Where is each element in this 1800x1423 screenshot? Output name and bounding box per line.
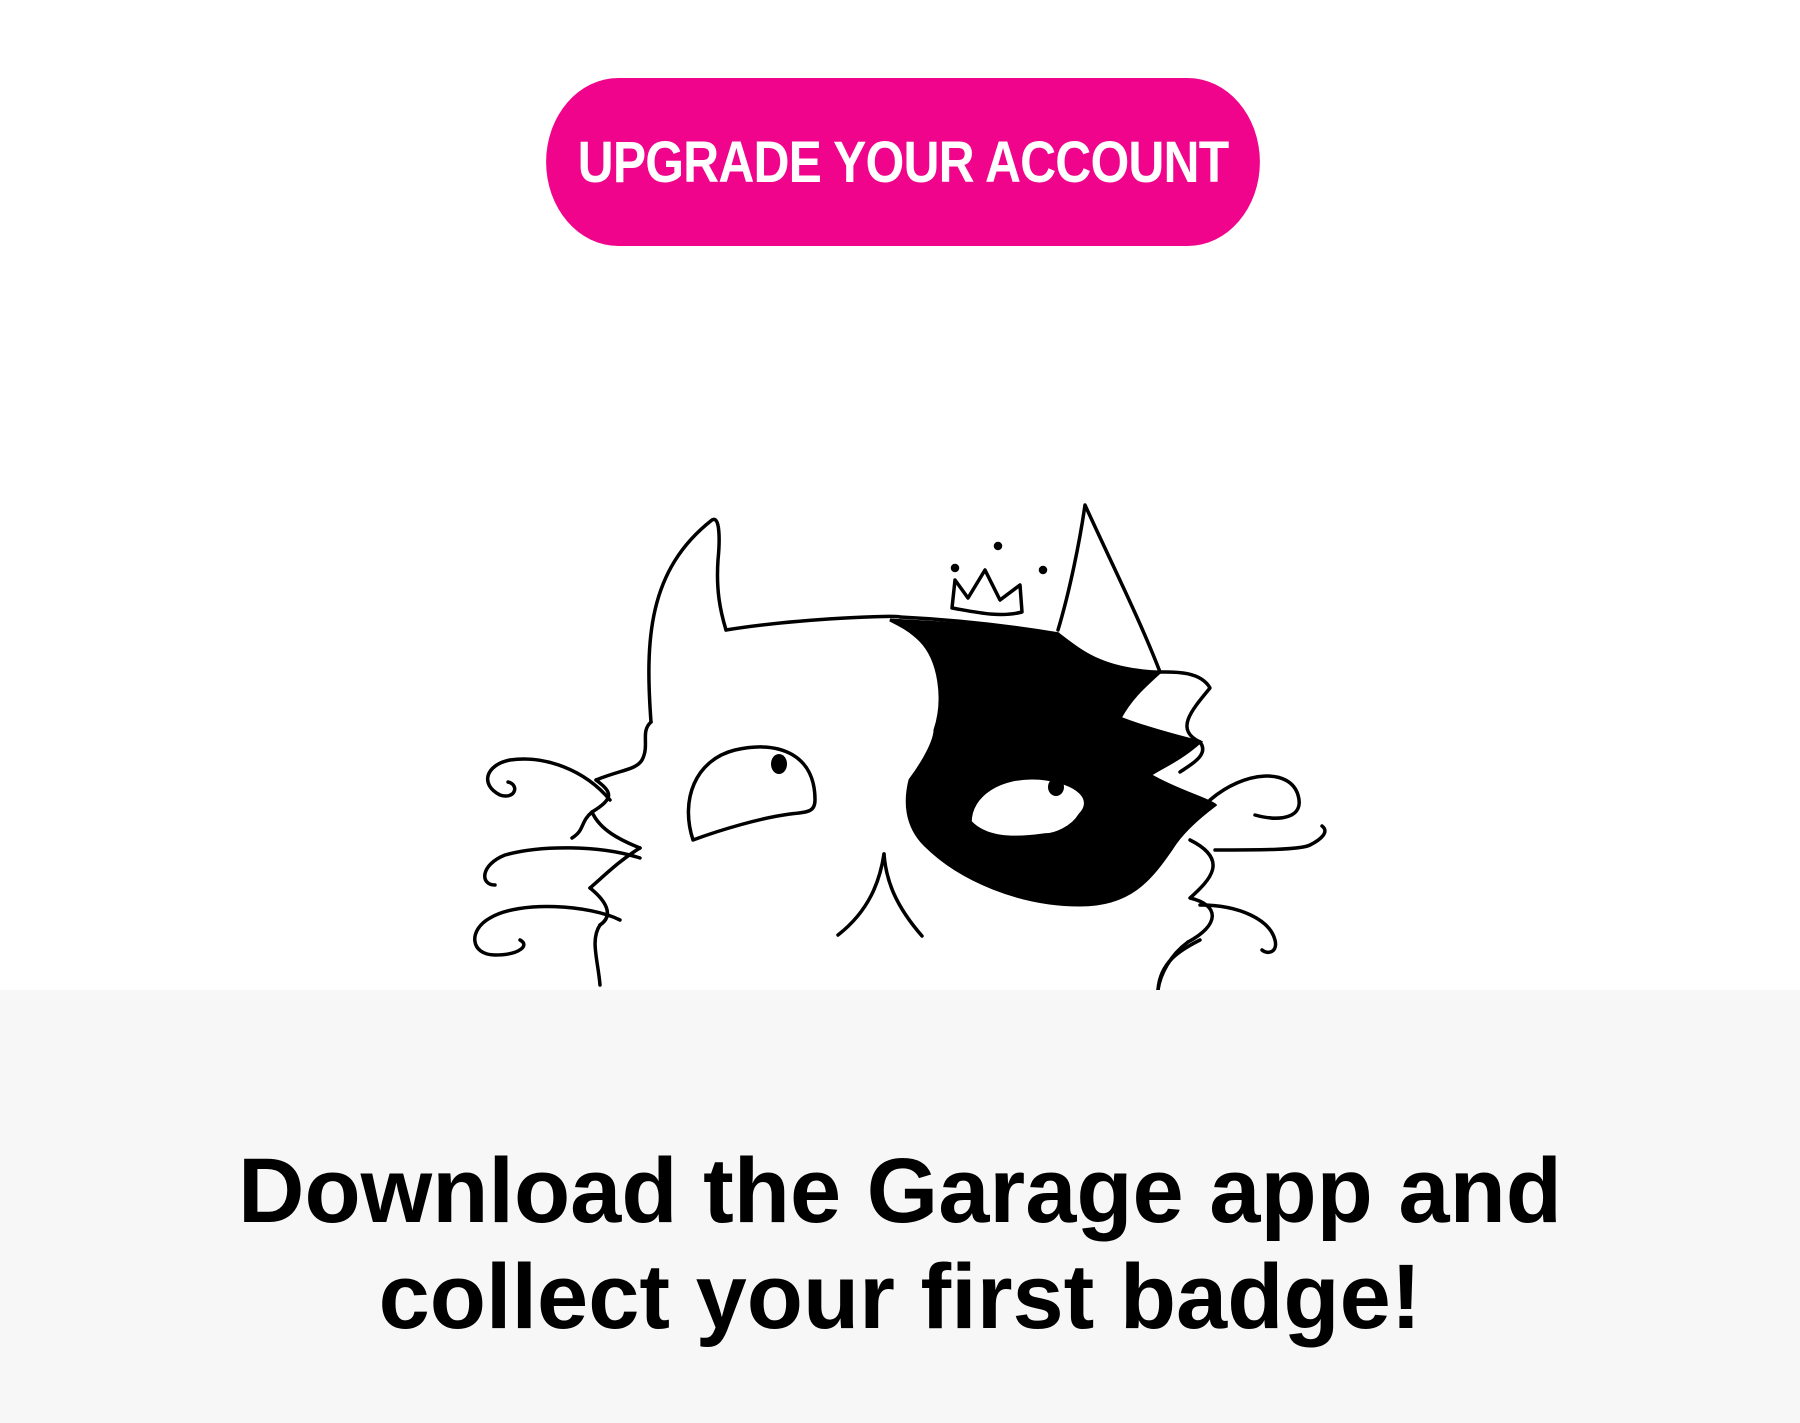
promo-headline-line-2: collect your first badge!: [378, 1246, 1422, 1348]
upgrade-section: UPGRADE YOUR ACCOUNT: [0, 0, 1800, 990]
promo-section: Download the Garage app and collect your…: [0, 990, 1800, 1423]
promo-headline: Download the Garage app and collect your…: [0, 1138, 1800, 1350]
page: UPGRADE YOUR ACCOUNT Download the Garage…: [0, 0, 1800, 1423]
upgrade-account-button[interactable]: UPGRADE YOUR ACCOUNT: [546, 78, 1260, 246]
promo-headline-line-1: Download the Garage app and: [238, 1140, 1562, 1242]
